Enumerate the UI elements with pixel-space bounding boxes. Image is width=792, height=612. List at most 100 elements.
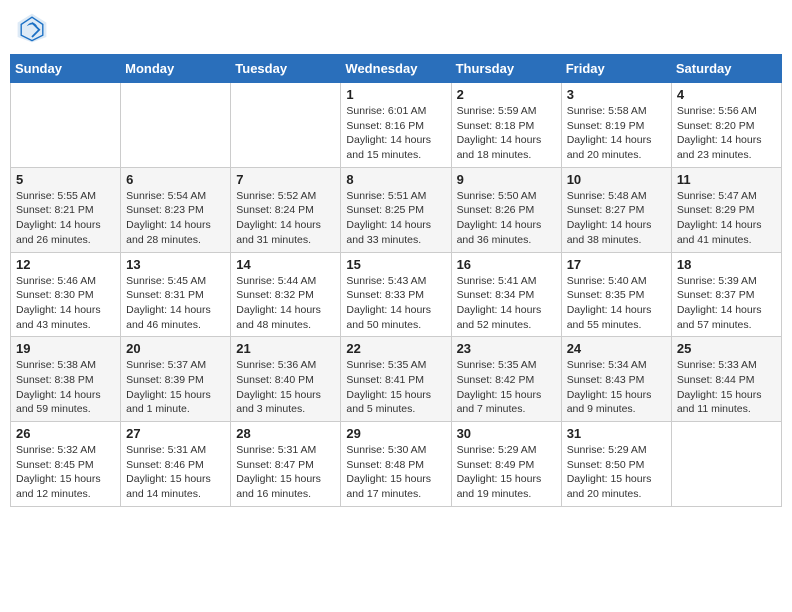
day-info: Sunrise: 5:29 AM Sunset: 8:49 PM Dayligh… bbox=[457, 443, 556, 502]
day-number: 24 bbox=[567, 341, 666, 356]
day-info: Sunrise: 5:36 AM Sunset: 8:40 PM Dayligh… bbox=[236, 358, 335, 417]
calendar-cell bbox=[231, 83, 341, 168]
day-number: 29 bbox=[346, 426, 445, 441]
day-info: Sunrise: 5:56 AM Sunset: 8:20 PM Dayligh… bbox=[677, 104, 776, 163]
calendar-cell: 18 Sunrise: 5:39 AM Sunset: 8:37 PM Dayli… bbox=[671, 252, 781, 337]
day-info: Sunrise: 5:35 AM Sunset: 8:41 PM Dayligh… bbox=[346, 358, 445, 417]
header-tuesday: Tuesday bbox=[231, 55, 341, 83]
calendar-week-2: 5 Sunrise: 5:55 AM Sunset: 8:21 PM Daylig… bbox=[11, 167, 782, 252]
day-number: 17 bbox=[567, 257, 666, 272]
day-info: Sunrise: 5:45 AM Sunset: 8:31 PM Dayligh… bbox=[126, 274, 225, 333]
calendar-cell: 15 Sunrise: 5:43 AM Sunset: 8:33 PM Dayli… bbox=[341, 252, 451, 337]
day-number: 26 bbox=[16, 426, 115, 441]
day-info: Sunrise: 5:38 AM Sunset: 8:38 PM Dayligh… bbox=[16, 358, 115, 417]
day-info: Sunrise: 5:47 AM Sunset: 8:29 PM Dayligh… bbox=[677, 189, 776, 248]
day-number: 9 bbox=[457, 172, 556, 187]
day-number: 7 bbox=[236, 172, 335, 187]
calendar-cell: 25 Sunrise: 5:33 AM Sunset: 8:44 PM Dayli… bbox=[671, 337, 781, 422]
day-number: 11 bbox=[677, 172, 776, 187]
day-info: Sunrise: 6:01 AM Sunset: 8:16 PM Dayligh… bbox=[346, 104, 445, 163]
calendar-cell: 31 Sunrise: 5:29 AM Sunset: 8:50 PM Dayli… bbox=[561, 422, 671, 507]
header-sunday: Sunday bbox=[11, 55, 121, 83]
header-thursday: Thursday bbox=[451, 55, 561, 83]
calendar-cell: 13 Sunrise: 5:45 AM Sunset: 8:31 PM Dayli… bbox=[121, 252, 231, 337]
day-number: 30 bbox=[457, 426, 556, 441]
day-info: Sunrise: 5:40 AM Sunset: 8:35 PM Dayligh… bbox=[567, 274, 666, 333]
calendar-cell: 22 Sunrise: 5:35 AM Sunset: 8:41 PM Dayli… bbox=[341, 337, 451, 422]
day-info: Sunrise: 5:32 AM Sunset: 8:45 PM Dayligh… bbox=[16, 443, 115, 502]
calendar-cell: 11 Sunrise: 5:47 AM Sunset: 8:29 PM Dayli… bbox=[671, 167, 781, 252]
calendar-week-3: 12Sunrise: 5:46 AM Sunset: 8:30 PM Dayli… bbox=[11, 252, 782, 337]
logo bbox=[14, 10, 54, 46]
day-number: 13 bbox=[126, 257, 225, 272]
day-info: Sunrise: 5:44 AM Sunset: 8:32 PM Dayligh… bbox=[236, 274, 335, 333]
day-info: Sunrise: 5:29 AM Sunset: 8:50 PM Dayligh… bbox=[567, 443, 666, 502]
calendar-cell: 14 Sunrise: 5:44 AM Sunset: 8:32 PM Dayli… bbox=[231, 252, 341, 337]
day-number: 12 bbox=[16, 257, 115, 272]
day-number: 22 bbox=[346, 341, 445, 356]
calendar-week-5: 26 Sunrise: 5:32 AM Sunset: 8:45 PM Dayli… bbox=[11, 422, 782, 507]
calendar-cell bbox=[121, 83, 231, 168]
day-number: 28 bbox=[236, 426, 335, 441]
day-number: 5 bbox=[16, 172, 115, 187]
calendar-cell: 2 Sunrise: 5:59 AM Sunset: 8:18 PM Daylig… bbox=[451, 83, 561, 168]
calendar-cell: 19 Sunrise: 5:38 AM Sunset: 8:38 PM Dayli… bbox=[11, 337, 121, 422]
day-number: 14 bbox=[236, 257, 335, 272]
calendar-table: SundayMondayTuesdayWednesdayThursdayFrid… bbox=[10, 54, 782, 507]
day-number: 18 bbox=[677, 257, 776, 272]
day-info: Sunrise: 5:54 AM Sunset: 8:23 PM Dayligh… bbox=[126, 189, 225, 248]
calendar-cell: 16 Sunrise: 5:41 AM Sunset: 8:34 PM Dayli… bbox=[451, 252, 561, 337]
calendar-cell: 3Sunrise: 5:58 AM Sunset: 8:19 PM Daylig… bbox=[561, 83, 671, 168]
calendar-cell: 5 Sunrise: 5:55 AM Sunset: 8:21 PM Daylig… bbox=[11, 167, 121, 252]
calendar-cell: 7Sunrise: 5:52 AM Sunset: 8:24 PM Daylig… bbox=[231, 167, 341, 252]
day-info: Sunrise: 5:50 AM Sunset: 8:26 PM Dayligh… bbox=[457, 189, 556, 248]
calendar-cell: 10Sunrise: 5:48 AM Sunset: 8:27 PM Dayli… bbox=[561, 167, 671, 252]
day-info: Sunrise: 5:43 AM Sunset: 8:33 PM Dayligh… bbox=[346, 274, 445, 333]
day-number: 2 bbox=[457, 87, 556, 102]
day-info: Sunrise: 5:41 AM Sunset: 8:34 PM Dayligh… bbox=[457, 274, 556, 333]
calendar-cell: 12Sunrise: 5:46 AM Sunset: 8:30 PM Dayli… bbox=[11, 252, 121, 337]
calendar-cell: 17 Sunrise: 5:40 AM Sunset: 8:35 PM Dayli… bbox=[561, 252, 671, 337]
day-info: Sunrise: 5:59 AM Sunset: 8:18 PM Dayligh… bbox=[457, 104, 556, 163]
day-number: 19 bbox=[16, 341, 115, 356]
header-monday: Monday bbox=[121, 55, 231, 83]
calendar-cell: 9 Sunrise: 5:50 AM Sunset: 8:26 PM Daylig… bbox=[451, 167, 561, 252]
calendar-cell bbox=[11, 83, 121, 168]
day-info: Sunrise: 5:37 AM Sunset: 8:39 PM Dayligh… bbox=[126, 358, 225, 417]
day-number: 16 bbox=[457, 257, 556, 272]
day-info: Sunrise: 5:35 AM Sunset: 8:42 PM Dayligh… bbox=[457, 358, 556, 417]
day-number: 20 bbox=[126, 341, 225, 356]
day-info: Sunrise: 5:55 AM Sunset: 8:21 PM Dayligh… bbox=[16, 189, 115, 248]
day-number: 8 bbox=[346, 172, 445, 187]
day-number: 15 bbox=[346, 257, 445, 272]
day-info: Sunrise: 5:51 AM Sunset: 8:25 PM Dayligh… bbox=[346, 189, 445, 248]
logo-icon bbox=[14, 10, 50, 46]
day-number: 1 bbox=[346, 87, 445, 102]
header-saturday: Saturday bbox=[671, 55, 781, 83]
day-number: 4 bbox=[677, 87, 776, 102]
day-number: 6 bbox=[126, 172, 225, 187]
day-info: Sunrise: 5:33 AM Sunset: 8:44 PM Dayligh… bbox=[677, 358, 776, 417]
day-number: 25 bbox=[677, 341, 776, 356]
calendar-cell: 4 Sunrise: 5:56 AM Sunset: 8:20 PM Daylig… bbox=[671, 83, 781, 168]
day-info: Sunrise: 5:39 AM Sunset: 8:37 PM Dayligh… bbox=[677, 274, 776, 333]
day-number: 27 bbox=[126, 426, 225, 441]
day-number: 31 bbox=[567, 426, 666, 441]
day-number: 3 bbox=[567, 87, 666, 102]
calendar-cell: 29Sunrise: 5:30 AM Sunset: 8:48 PM Dayli… bbox=[341, 422, 451, 507]
calendar-cell: 30 Sunrise: 5:29 AM Sunset: 8:49 PM Dayli… bbox=[451, 422, 561, 507]
day-number: 10 bbox=[567, 172, 666, 187]
calendar-cell: 20 Sunrise: 5:37 AM Sunset: 8:39 PM Dayli… bbox=[121, 337, 231, 422]
calendar-cell: 24Sunrise: 5:34 AM Sunset: 8:43 PM Dayli… bbox=[561, 337, 671, 422]
calendar-header-row: SundayMondayTuesdayWednesdayThursdayFrid… bbox=[11, 55, 782, 83]
day-info: Sunrise: 5:31 AM Sunset: 8:47 PM Dayligh… bbox=[236, 443, 335, 502]
calendar-cell bbox=[671, 422, 781, 507]
calendar-cell: 21 Sunrise: 5:36 AM Sunset: 8:40 PM Dayli… bbox=[231, 337, 341, 422]
calendar-cell: 23Sunrise: 5:35 AM Sunset: 8:42 PM Dayli… bbox=[451, 337, 561, 422]
day-number: 21 bbox=[236, 341, 335, 356]
calendar-cell: 8 Sunrise: 5:51 AM Sunset: 8:25 PM Daylig… bbox=[341, 167, 451, 252]
calendar-cell: 1 Sunrise: 6:01 AM Sunset: 8:16 PM Daylig… bbox=[341, 83, 451, 168]
calendar-week-1: 1 Sunrise: 6:01 AM Sunset: 8:16 PM Daylig… bbox=[11, 83, 782, 168]
day-info: Sunrise: 5:31 AM Sunset: 8:46 PM Dayligh… bbox=[126, 443, 225, 502]
calendar-week-4: 19 Sunrise: 5:38 AM Sunset: 8:38 PM Dayli… bbox=[11, 337, 782, 422]
